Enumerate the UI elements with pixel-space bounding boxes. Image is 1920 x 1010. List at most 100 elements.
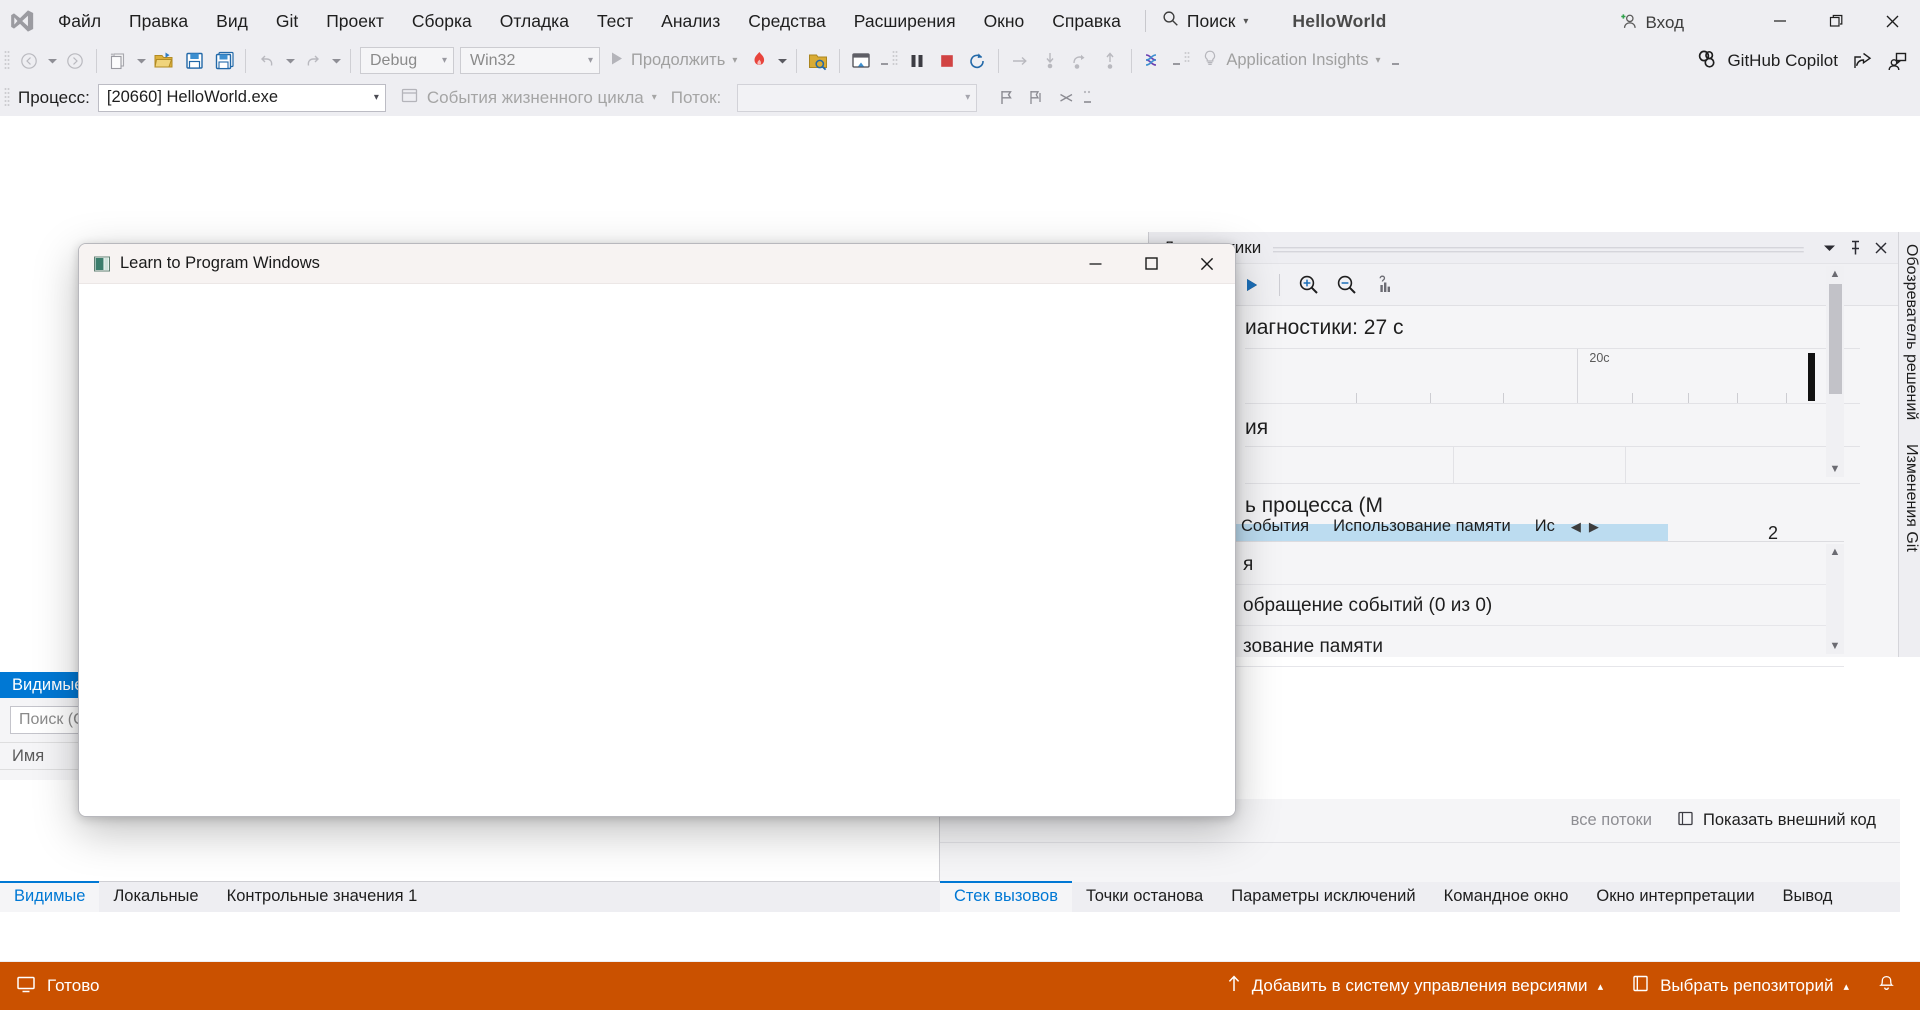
close-button[interactable] <box>1864 0 1920 42</box>
redo-caret-icon[interactable] <box>328 46 344 75</box>
step-into-button[interactable] <box>1035 46 1065 75</box>
menu-item-analyze[interactable]: Анализ <box>649 7 732 36</box>
tab-watch-1[interactable]: Контрольные значения 1 <box>213 881 432 912</box>
show-external-code-button[interactable]: Показать внешний код <box>1670 806 1882 836</box>
application-insights-overflow-icon[interactable] <box>1388 46 1404 75</box>
close-icon[interactable] <box>1868 235 1894 261</box>
diagnostics-events-row[interactable] <box>1245 446 1860 484</box>
process-combo[interactable]: [20660] HelloWorld.exe ▾ <box>97 83 386 112</box>
app-window-title-bar[interactable]: Learn to Program Windows <box>79 244 1235 284</box>
save-button[interactable] <box>179 46 209 75</box>
tab-locals[interactable]: Локальные <box>99 881 212 912</box>
menu-item-extensions[interactable]: Расширения <box>842 7 968 36</box>
menu-item-git[interactable]: Git <box>264 7 310 36</box>
tab-prev-icon[interactable]: ◀ <box>1567 519 1585 535</box>
rail-tab-git-changes[interactable]: Изменения Git <box>1899 432 1920 564</box>
redo-button[interactable] <box>298 46 328 75</box>
configuration-combo[interactable]: Debug ▾ <box>360 47 454 74</box>
panel-drag-dots[interactable] <box>1273 243 1804 253</box>
open-file-button[interactable] <box>149 46 179 75</box>
minimize-button[interactable] <box>1752 0 1808 42</box>
search-input[interactable]: Поиск ▾ <box>1156 7 1255 35</box>
show-next-statement-button[interactable] <box>1005 46 1035 75</box>
menu-item-debug[interactable]: Отладка <box>488 7 581 36</box>
navigate-forward-button[interactable] <box>60 46 90 75</box>
menu-item-test[interactable]: Тест <box>585 7 645 36</box>
learn-to-program-windows-window[interactable]: Learn to Program Windows <box>78 243 1236 817</box>
diagnostics-dropdown-button[interactable] <box>1816 235 1842 261</box>
diagnostics-timeline[interactable]: 20c <box>1245 348 1860 404</box>
diagnostics-list-scrollbar[interactable]: ▲ ▼ <box>1826 544 1844 654</box>
tab-next-icon[interactable]: ▶ <box>1585 519 1603 535</box>
github-copilot-button[interactable]: GitHub Copilot <box>1688 46 1846 77</box>
restart-debugging-button[interactable] <box>962 46 992 75</box>
diag-tab-memory-usage[interactable]: Использование памяти <box>1321 515 1523 538</box>
break-all-button[interactable] <box>902 46 932 75</box>
navigate-back-caret-icon[interactable] <box>44 46 60 75</box>
tab-call-stack[interactable]: Стек вызовов <box>940 881 1072 912</box>
transpose-button[interactable] <box>1051 83 1081 112</box>
diag-row-memory-usage[interactable]: зование памяти <box>1229 626 1844 667</box>
lifecycle-events-button[interactable]: События жизненного цикла ▾ <box>400 86 657 110</box>
app-close-button[interactable] <box>1179 244 1235 284</box>
menu-item-file[interactable]: Файл <box>46 7 113 36</box>
tab-exception-settings[interactable]: Параметры исключений <box>1217 881 1429 912</box>
window-layout-caret-icon[interactable] <box>876 46 892 75</box>
menu-item-tools[interactable]: Средства <box>736 7 838 36</box>
window-layout-button[interactable] <box>846 46 876 75</box>
sign-in-button[interactable]: Вход <box>1614 8 1690 38</box>
autos-column-name[interactable]: Имя <box>0 747 44 766</box>
account-button[interactable] <box>1880 45 1914 77</box>
scrollbar-thumb[interactable] <box>1828 284 1842 394</box>
diag-tab-cpu-usage[interactable]: Ис <box>1523 515 1567 538</box>
toolbar-grip[interactable] <box>4 50 14 72</box>
app-minimize-button[interactable] <box>1067 244 1123 284</box>
tab-autos[interactable]: Видимые <box>0 881 100 912</box>
scroll-up-icon[interactable]: ▲ <box>1830 266 1841 282</box>
app-maximize-button[interactable] <box>1123 244 1179 284</box>
threads-caret-icon[interactable] <box>1168 46 1184 75</box>
new-item-caret-icon[interactable] <box>133 46 149 75</box>
new-item-button[interactable] <box>103 46 133 75</box>
step-over-button[interactable] <box>1065 46 1095 75</box>
threads-button[interactable] <box>1138 46 1168 75</box>
toolbar-grip[interactable] <box>892 50 902 72</box>
diagnostics-scrollbar[interactable]: ▲ ▼ <box>1826 266 1844 477</box>
undo-caret-icon[interactable] <box>282 46 298 75</box>
toolbar-grip[interactable] <box>1184 50 1194 72</box>
diag-tab-events[interactable]: События <box>1229 515 1321 538</box>
toolbar-grip[interactable] <box>1083 87 1093 109</box>
restore-button[interactable] <box>1808 0 1864 42</box>
platform-combo[interactable]: Win32 ▾ <box>460 47 600 74</box>
diag-row-events[interactable]: я <box>1229 544 1844 585</box>
attach-to-process-button[interactable] <box>803 46 833 75</box>
scroll-up-icon[interactable]: ▲ <box>1830 544 1841 560</box>
thread-combo[interactable]: ▾ <box>737 83 978 112</box>
menu-item-edit[interactable]: Правка <box>117 7 200 36</box>
select-repository-button[interactable]: Выбрать репозиторий ▴ <box>1617 968 1863 1004</box>
menu-item-view[interactable]: Вид <box>204 7 260 36</box>
chevron-down-icon[interactable]: ▾ <box>1243 16 1248 27</box>
app-window-client-area[interactable] <box>79 284 1235 816</box>
rail-tab-solution-explorer[interactable]: Обозреватель решений <box>1899 232 1920 432</box>
menu-item-help[interactable]: Справка <box>1040 7 1133 36</box>
stop-debugging-button[interactable] <box>932 46 962 75</box>
scroll-down-icon[interactable]: ▼ <box>1830 461 1841 477</box>
notifications-button[interactable] <box>1863 968 1910 1004</box>
flag-button[interactable] <box>991 83 1021 112</box>
tab-breakpoints[interactable]: Точки останова <box>1072 881 1217 912</box>
zoom-in-icon[interactable] <box>1292 269 1326 301</box>
step-out-button[interactable] <box>1095 46 1125 75</box>
save-all-button[interactable] <box>209 46 239 75</box>
select-graphs-icon[interactable] <box>1368 269 1402 301</box>
add-to-source-control-button[interactable]: Добавить в систему управления версиями ▴ <box>1212 968 1617 1004</box>
hot-reload-button[interactable] <box>744 46 774 75</box>
undo-button[interactable] <box>252 46 282 75</box>
application-insights-button[interactable]: Application Insights ▾ <box>1194 46 1387 75</box>
tab-immediate-window[interactable]: Окно интерпретации <box>1582 881 1768 912</box>
menu-item-project[interactable]: Проект <box>314 7 396 36</box>
zoom-out-icon[interactable] <box>1330 269 1364 301</box>
diag-row-event-display[interactable]: обращение событий (0 из 0) <box>1229 585 1844 626</box>
tab-output[interactable]: Вывод <box>1769 881 1847 912</box>
menu-item-window[interactable]: Окно <box>972 7 1037 36</box>
